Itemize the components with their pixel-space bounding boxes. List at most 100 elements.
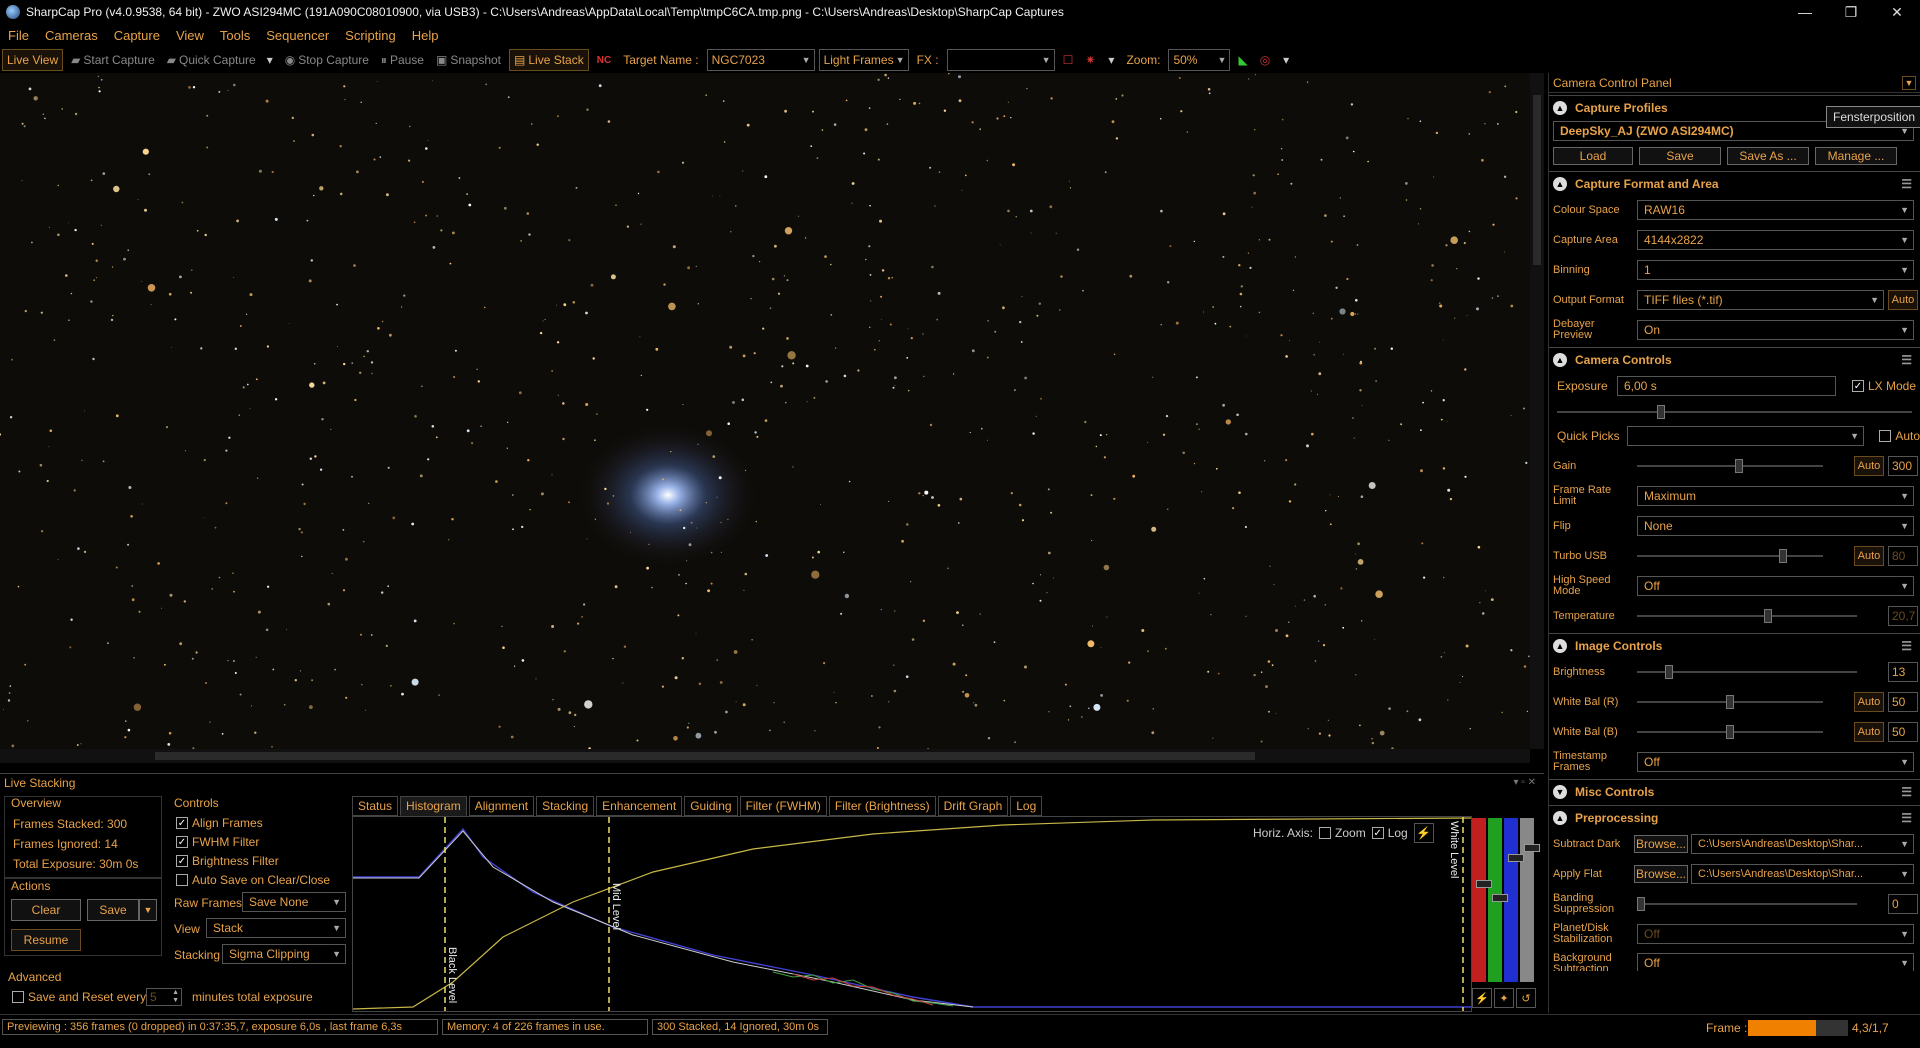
tab-stacking[interactable]: Stacking: [536, 796, 595, 816]
output-format-auto-button[interactable]: Auto: [1888, 290, 1918, 310]
luminance-slider-knob[interactable]: [1524, 844, 1540, 852]
tab-enhancement[interactable]: Enhancement: [596, 796, 683, 816]
reset-icon[interactable]: ↺: [1516, 988, 1536, 1008]
hamburger-icon[interactable]: ☰: [1901, 177, 1912, 191]
vertical-scrollbar-thumb[interactable]: [1533, 95, 1541, 265]
red-slider-knob[interactable]: [1476, 880, 1492, 888]
target-name-input[interactable]: NGC7023 ▼: [706, 49, 815, 71]
resume-button[interactable]: Resume: [11, 929, 81, 951]
image-controls-header[interactable]: ▲ Image Controls ☰: [1549, 633, 1920, 657]
binning-select[interactable]: 1 ▼: [1637, 260, 1914, 280]
exposure-slider[interactable]: [1557, 405, 1912, 419]
auto-save-checkbox[interactable]: Auto Save on Clear/Close: [176, 873, 330, 887]
image-viewport[interactable]: [0, 73, 1530, 749]
flat-path-select[interactable]: C:\Users\Andreas\Desktop\Shar... ▼: [1691, 864, 1914, 884]
white-bal-b-auto-button[interactable]: Auto: [1854, 722, 1884, 742]
close-button[interactable]: ✕: [1874, 0, 1920, 24]
tab-log[interactable]: Log: [1010, 796, 1043, 816]
capture-area-select[interactable]: 4144x2822 ▼: [1637, 230, 1914, 250]
tab-filter-brightness[interactable]: Filter (Brightness): [828, 796, 936, 816]
quick-picks-select[interactable]: ▼: [1627, 426, 1864, 446]
white-bal-r-auto-button[interactable]: Auto: [1854, 692, 1884, 712]
horizontal-scrollbar-thumb[interactable]: [155, 752, 1255, 760]
tab-guiding[interactable]: Guiding: [684, 796, 738, 816]
vertical-scrollbar[interactable]: [1530, 73, 1544, 749]
brightness-slider[interactable]: [1637, 665, 1857, 679]
menu-tools[interactable]: Tools: [212, 28, 258, 43]
red-level-bar[interactable]: [1472, 818, 1486, 982]
view-select[interactable]: Stack ▼: [206, 918, 346, 938]
tab-alignment[interactable]: Alignment: [468, 796, 535, 816]
menu-sequencer[interactable]: Sequencer: [258, 28, 337, 43]
histogram-chart[interactable]: Black Level Mid Level White Level: [352, 817, 1472, 1011]
banding-slider[interactable]: [1637, 897, 1857, 911]
stepper-arrows-icon[interactable]: ▲ ▼: [172, 989, 179, 1005]
fwhm-filter-checkbox[interactable]: ✓ FWHM Filter: [176, 835, 259, 849]
menu-cameras[interactable]: Cameras: [37, 28, 106, 43]
frame-type-select[interactable]: Light Frames ▼: [818, 49, 909, 71]
align-frames-checkbox[interactable]: ✓ Align Frames: [176, 816, 263, 830]
start-capture-button[interactable]: ▰ Start Capture: [67, 49, 159, 71]
exposure-slider-knob[interactable]: [1657, 405, 1665, 419]
minutes-stepper[interactable]: 5 ▲ ▼: [146, 988, 182, 1006]
exposure-input[interactable]: 6,00 s: [1617, 376, 1836, 396]
histogram-view[interactable]: Black Level Mid Level White Level Horiz.…: [352, 816, 1472, 1012]
box-icon[interactable]: ☐: [1059, 49, 1078, 71]
turbo-usb-slider-knob[interactable]: [1779, 549, 1787, 563]
fx-select[interactable]: ▼: [946, 49, 1055, 71]
gain-slider[interactable]: [1637, 459, 1823, 473]
maximize-button[interactable]: ❐: [1828, 0, 1874, 24]
tab-filter-fwhm[interactable]: Filter (FWHM): [739, 796, 827, 816]
white-bal-r-slider[interactable]: [1637, 695, 1823, 709]
quick-picks-auto-checkbox[interactable]: Auto: [1879, 429, 1920, 443]
timestamp-select[interactable]: Off ▼: [1637, 752, 1914, 772]
manage-profiles-button[interactable]: Manage ...: [1815, 147, 1897, 165]
tab-drift-graph[interactable]: Drift Graph: [937, 796, 1009, 816]
log-checkbox[interactable]: ✓ Log: [1371, 826, 1408, 840]
capture-format-header[interactable]: ▲ Capture Format and Area ☰: [1549, 171, 1920, 195]
gain-slider-knob[interactable]: [1735, 459, 1743, 473]
banding-slider-knob[interactable]: [1637, 897, 1645, 911]
star-icon[interactable]: ✦: [1494, 988, 1514, 1008]
flip-select[interactable]: None ▼: [1637, 516, 1914, 536]
high-speed-select[interactable]: Off ▼: [1637, 576, 1914, 596]
save-profile-button[interactable]: Save: [1639, 147, 1721, 165]
quick-capture-button[interactable]: ▰ Quick Capture ▾: [163, 49, 277, 71]
hamburger-icon[interactable]: ☰: [1901, 785, 1912, 799]
pause-button[interactable]: ⏸ Pause: [377, 49, 428, 71]
lx-mode-checkbox[interactable]: ✓ LX Mode: [1851, 379, 1916, 393]
menu-scripting[interactable]: Scripting: [337, 28, 404, 43]
auto-stretch-icon[interactable]: ⚡: [1472, 988, 1492, 1008]
frame-rate-select[interactable]: Maximum ▼: [1637, 486, 1914, 506]
lightning-icon[interactable]: ⚡: [1413, 823, 1434, 843]
chevron-down-icon[interactable]: ▾: [267, 53, 273, 67]
gain-auto-button[interactable]: Auto: [1854, 456, 1884, 476]
debayer-select[interactable]: On ▼: [1637, 320, 1914, 340]
hamburger-icon[interactable]: ☰: [1901, 639, 1912, 653]
turbo-usb-slider[interactable]: [1637, 549, 1823, 563]
crosshair-icon[interactable]: ✷ ▾: [1081, 49, 1118, 71]
live-stack-button[interactable]: ▤ Live Stack: [509, 49, 589, 71]
white-bal-r-slider-knob[interactable]: [1726, 695, 1734, 709]
tab-histogram[interactable]: Histogram: [400, 796, 467, 816]
brightness-value[interactable]: 13: [1888, 662, 1918, 682]
hamburger-icon[interactable]: ☰: [1901, 811, 1912, 825]
white-bal-r-value[interactable]: 50: [1888, 692, 1918, 712]
minimize-button[interactable]: —: [1782, 0, 1828, 24]
preprocessing-header[interactable]: ▲ Preprocessing ☰: [1549, 805, 1920, 829]
raw-frames-select[interactable]: Save None ▼: [242, 892, 346, 912]
white-bal-b-slider-knob[interactable]: [1726, 725, 1734, 739]
white-bal-b-slider[interactable]: [1637, 725, 1823, 739]
zoom-select[interactable]: 50% ▼: [1168, 49, 1231, 71]
color-balance-sliders[interactable]: ⚡ ✦ ↺: [1470, 816, 1540, 1010]
browse-dark-button[interactable]: Browse...: [1634, 835, 1688, 853]
chevron-down-icon[interactable]: ▼: [1902, 75, 1916, 90]
target-icon[interactable]: ◎ ▾: [1256, 49, 1294, 71]
zoom-checkbox[interactable]: Zoom: [1319, 826, 1366, 840]
camera-controls-header[interactable]: ▲ Camera Controls ☰: [1549, 347, 1920, 371]
browse-flat-button[interactable]: Browse...: [1634, 865, 1688, 883]
white-bal-b-value[interactable]: 50: [1888, 722, 1918, 742]
dark-path-select[interactable]: C:\Users\Andreas\Desktop\Shar... ▼: [1691, 834, 1914, 854]
save-as-profile-button[interactable]: Save As ...: [1727, 147, 1809, 165]
stop-capture-button[interactable]: ◉ Stop Capture: [281, 49, 373, 71]
